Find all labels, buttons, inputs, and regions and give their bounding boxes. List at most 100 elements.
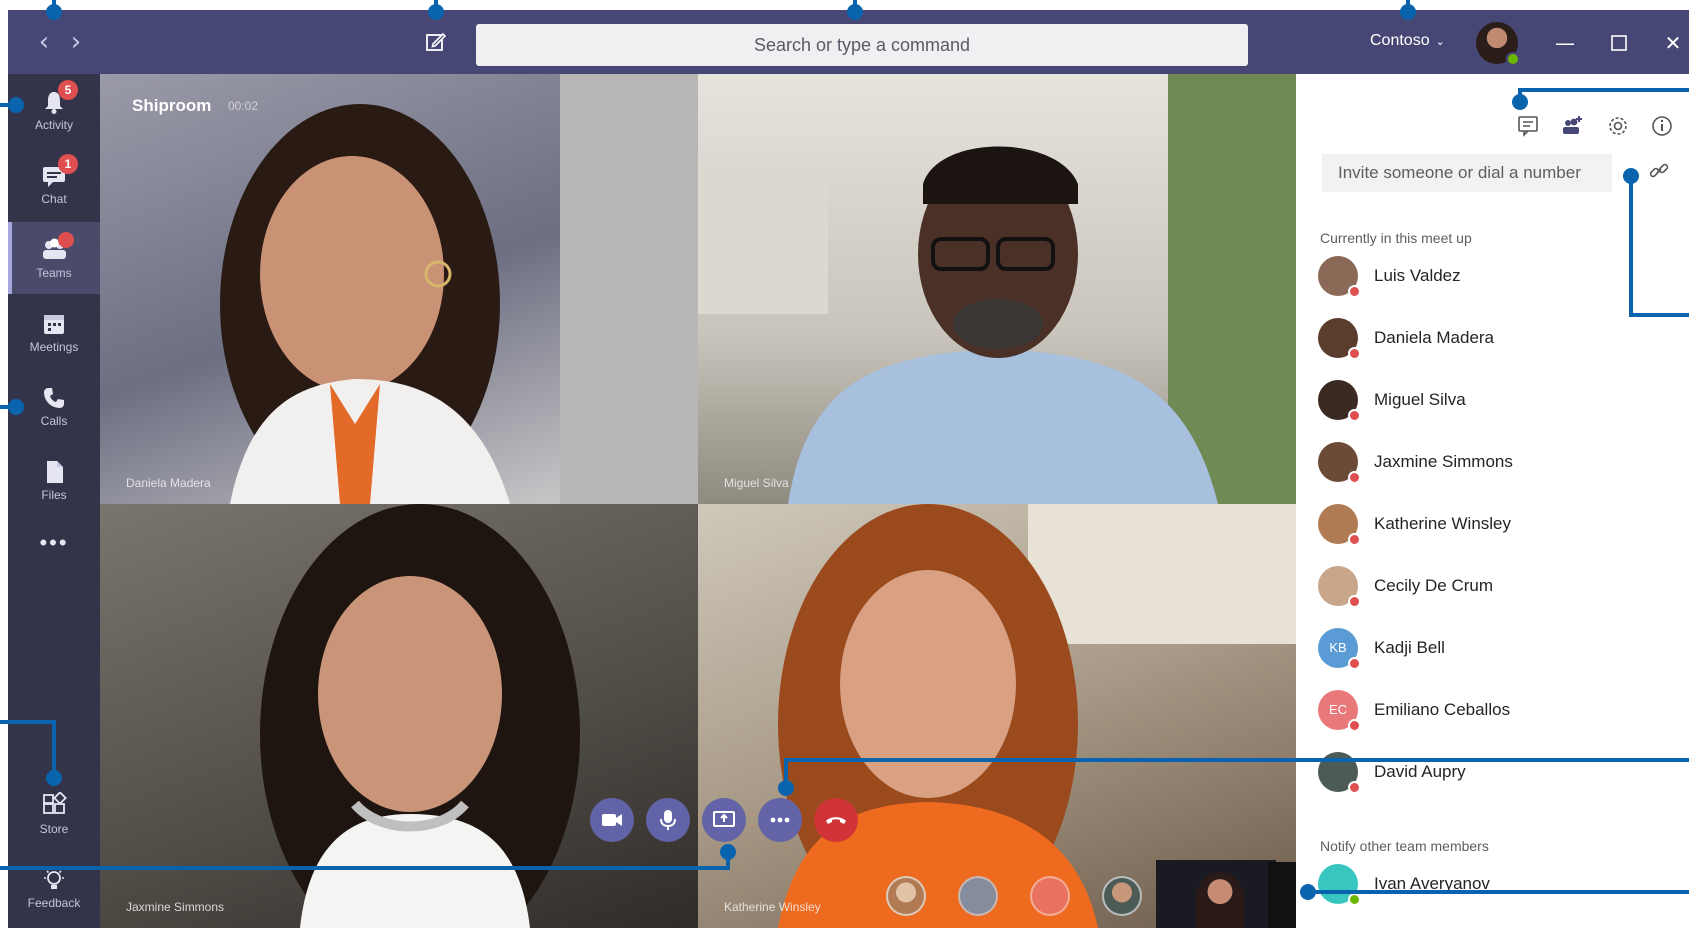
teams-activity-dot	[58, 232, 74, 248]
participant-row[interactable]: Luis Valdez	[1318, 254, 1648, 300]
participant-name: Luis Valdez	[1374, 266, 1461, 285]
participant-name: Katherine Winsley	[1374, 514, 1512, 533]
meeting-info-button[interactable]	[1650, 114, 1676, 140]
self-face	[1196, 872, 1244, 928]
rail-item-feedback[interactable]: Feedback	[8, 852, 100, 924]
callout-dot	[8, 97, 24, 113]
participant-row[interactable]: David Aupry	[1318, 750, 1648, 796]
participant-name: Emiliano Ceballos	[1374, 700, 1511, 719]
hang-up-button[interactable]	[814, 798, 858, 842]
avatar	[1318, 380, 1361, 422]
rail-item-meetings[interactable]: Meetings	[8, 296, 100, 368]
avatar	[1318, 256, 1361, 298]
roster-avatar[interactable]	[886, 876, 926, 916]
callout-line	[1306, 890, 1689, 894]
compose-icon	[426, 32, 447, 51]
maximize-button[interactable]	[1604, 28, 1634, 58]
microphone-toggle-button[interactable]	[646, 798, 690, 842]
roster-avatar[interactable]	[1030, 876, 1070, 916]
rail-label-chat: Chat	[41, 192, 67, 206]
notify-member-row[interactable]: Ivan Averyanov	[1318, 862, 1648, 908]
chat-count-badge: 1	[58, 154, 78, 174]
meeting-timer: 00:02	[228, 99, 259, 113]
callout-dot	[46, 4, 62, 20]
rail-label-calls: Calls	[40, 414, 68, 428]
participant-video	[220, 74, 698, 504]
settings-icon	[1609, 117, 1627, 135]
copy-link-button[interactable]	[1648, 160, 1672, 184]
participant-row[interactable]: Daniela Madera	[1318, 316, 1648, 362]
participant-name: Cecily De Crum	[1374, 576, 1494, 595]
busy-status-icon	[1348, 781, 1361, 794]
compose-button[interactable]	[424, 30, 452, 58]
chevron-right-icon: ›	[70, 27, 82, 57]
meeting-settings-button[interactable]	[1606, 114, 1632, 140]
video-tile-2[interactable]: Miguel Silva	[698, 74, 1296, 504]
rail-label-activity: Activity	[34, 118, 73, 132]
callout-line	[0, 866, 730, 870]
rail-item-files[interactable]: Files	[8, 444, 100, 516]
avatar: EC	[1318, 690, 1361, 732]
participant-row[interactable]: Katherine Winsley	[1318, 502, 1648, 548]
camera-toggle-button[interactable]	[590, 798, 634, 842]
share-screen-button[interactable]	[702, 798, 746, 842]
rail-label-feedback: Feedback	[27, 896, 81, 910]
more-options-icon	[770, 817, 790, 823]
busy-status-icon	[1348, 471, 1361, 484]
participant-row[interactable]: EC Emiliano Ceballos	[1318, 688, 1648, 734]
avatar	[1318, 318, 1361, 360]
callout-dot	[720, 844, 736, 860]
camera-icon	[602, 814, 622, 826]
video-tile-1[interactable]: Shiproom 00:02 Daniela Madera	[100, 74, 698, 504]
avatar: KB	[1318, 628, 1361, 670]
avatar	[1318, 442, 1361, 484]
forward-button[interactable]: ›	[62, 28, 90, 56]
rail-item-store[interactable]: Store	[8, 778, 100, 850]
participant-row[interactable]: Miguel Silva	[1318, 378, 1648, 424]
back-button[interactable]: ‹	[30, 28, 58, 56]
busy-status-icon	[1348, 657, 1361, 670]
rail-item-teams[interactable]: Teams	[8, 222, 100, 294]
tenant-switcher[interactable]: Contoso ⌄	[1370, 32, 1445, 50]
roster-avatar[interactable]	[1102, 876, 1142, 916]
close-window-button[interactable]: ✕	[1658, 28, 1688, 58]
self-preview-toggle[interactable]	[1268, 862, 1296, 928]
participant-row[interactable]: Cecily De Crum	[1318, 564, 1648, 610]
more-options-button[interactable]	[758, 798, 802, 842]
rail-more-button[interactable]: •••	[8, 522, 100, 572]
participant-row[interactable]: Jaxmine Simmons	[1318, 440, 1648, 486]
show-conversation-button[interactable]	[1516, 114, 1542, 140]
participant-video	[698, 74, 1296, 504]
available-status-icon	[1506, 52, 1520, 66]
callout-dot	[1300, 884, 1316, 900]
avatar	[1318, 864, 1361, 906]
info-icon	[1652, 116, 1672, 136]
hang-up-icon	[826, 817, 846, 824]
teams-window: ‹ › Contoso ⌄ — ✕ Activity 5	[0, 0, 1689, 928]
microphone-icon	[660, 810, 676, 830]
show-participants-button[interactable]	[1560, 114, 1586, 140]
callout-dot	[1623, 168, 1639, 184]
video-stage: Shiproom 00:02 Daniela Madera Miguel Sil…	[100, 74, 1296, 928]
video-tile-3[interactable]: Jaxmine Simmons	[100, 504, 698, 928]
roster-avatar[interactable]	[958, 876, 998, 916]
meeting-title: Shiproom	[132, 96, 212, 115]
title-bar: ‹ › Contoso ⌄ — ✕	[8, 10, 1689, 74]
search-command-input[interactable]	[476, 24, 1248, 66]
profile-avatar[interactable]	[1476, 22, 1520, 66]
chat-bubble-icon	[1518, 116, 1538, 137]
activity-count-badge: 5	[58, 80, 78, 100]
minimize-button[interactable]: —	[1550, 28, 1580, 58]
app-bar: Activity 5 Chat 1 Teams Meetings Calls F…	[8, 74, 100, 928]
invite-input[interactable]	[1322, 154, 1612, 192]
avatar	[1318, 566, 1361, 608]
callout-line	[1629, 313, 1689, 317]
tenant-label: Contoso	[1370, 32, 1430, 49]
participant-row[interactable]: KB Kadji Bell	[1318, 626, 1648, 672]
calendar-icon	[44, 315, 64, 334]
callout-dot	[46, 770, 62, 786]
busy-status-icon	[1348, 533, 1361, 546]
chevron-down-icon: ⌄	[1435, 36, 1445, 48]
self-preview-video[interactable]	[1156, 860, 1276, 928]
rail-item-chat[interactable]: Chat 1	[8, 148, 100, 220]
